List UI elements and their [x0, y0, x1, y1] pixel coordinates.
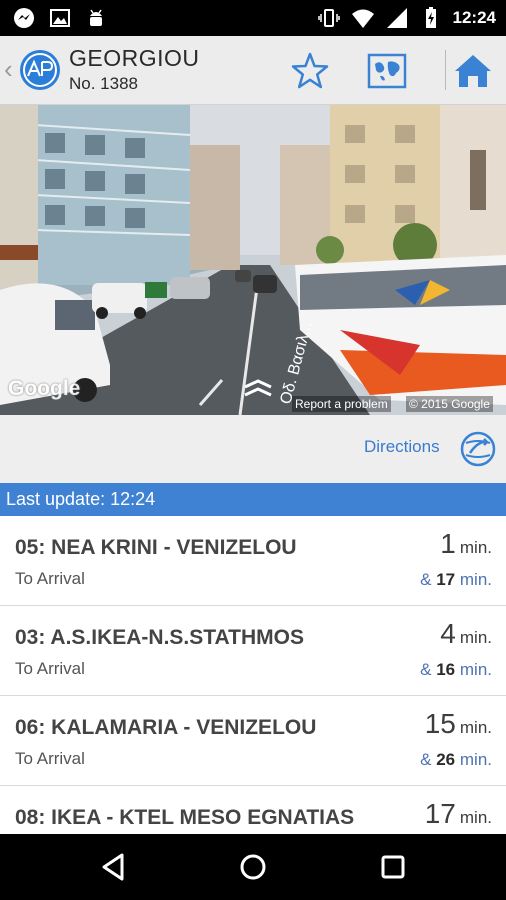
eta-second-unit: min.	[459, 570, 492, 589]
eta-first: 1 min.	[440, 528, 492, 560]
home-icon[interactable]	[452, 50, 494, 92]
list-item[interactable]: 03: A.S.IKEA-N.S.STATHMOS To Arrival 4 mi…	[0, 606, 506, 696]
recents-icon[interactable]	[376, 850, 410, 884]
signal-icon	[386, 8, 407, 28]
route-name: 06: KALAMARIA - VENIZELOU	[15, 716, 317, 739]
image-icon	[50, 9, 70, 27]
favorite-star-icon[interactable]	[289, 50, 331, 92]
header-separator	[445, 50, 446, 90]
arrivals-list[interactable]: 05: NEA KRINI - VENIZELOU To Arrival 1 mi…	[0, 516, 506, 834]
app-header: ‹ GEORGIOU No. 1388	[0, 36, 506, 105]
status-bar: 12:24	[0, 0, 506, 36]
eta-first-value: 15	[424, 708, 456, 739]
list-item[interactable]: 06: KALAMARIA - VENIZELOU To Arrival 15 m…	[0, 696, 506, 786]
status-time: 12:24	[452, 8, 496, 27]
back-icon[interactable]	[96, 850, 130, 884]
eta-first-unit: min.	[459, 538, 492, 557]
eta-first: 15 min.	[425, 708, 492, 740]
eta-second-value: 26	[436, 750, 456, 769]
eta-first: 4 min.	[440, 618, 492, 650]
eta-first-unit: min.	[459, 718, 492, 737]
route-name: 03: A.S.IKEA-N.S.STATHMOS	[15, 626, 304, 649]
eta-second: & 16 min.	[420, 660, 492, 680]
eta-second-unit: min.	[459, 660, 492, 679]
route-subtitle: To Arrival	[15, 569, 85, 588]
last-update-bar: Last update: 12:24	[0, 483, 506, 516]
eta-second: & 17 min.	[420, 570, 492, 590]
messenger-icon	[14, 8, 34, 28]
eta-first-unit: min.	[459, 808, 492, 827]
eta-second-value: 17	[436, 570, 456, 589]
eta-second-prefix: &	[420, 570, 432, 589]
directions-link[interactable]: Directions	[364, 437, 440, 457]
list-item[interactable]: 08: IKEA - KTEL MESO EGNATIAS 17 min.	[0, 786, 506, 834]
eta-first-value: 1	[440, 528, 456, 559]
eta-second: & 26 min.	[420, 750, 492, 770]
report-problem-link[interactable]: Report a problem	[292, 396, 391, 412]
list-item[interactable]: 05: NEA KRINI - VENIZELOU To Arrival 1 mi…	[0, 516, 506, 606]
route-name: 05: NEA KRINI - VENIZELOU	[15, 536, 297, 559]
system-nav-bar	[0, 834, 506, 900]
oasth-logo-icon[interactable]	[18, 48, 62, 92]
street-scene-illustration: Οδ. Βασιλ...	[0, 105, 506, 415]
google-watermark: Google	[8, 377, 81, 400]
map-icon[interactable]	[366, 50, 408, 92]
last-update-text: Last update: 12:24	[6, 489, 156, 509]
eta-second-value: 16	[436, 660, 456, 679]
eta-first-value: 4	[440, 618, 456, 649]
battery-icon	[425, 7, 436, 28]
eta-first: 17 min.	[425, 798, 492, 830]
stop-name: GEORGIOU	[69, 45, 200, 71]
eta-second-unit: min.	[459, 750, 492, 769]
map-copyright: © 2015 Google	[406, 396, 493, 412]
eta-second-prefix: &	[420, 750, 432, 769]
route-name: 08: IKEA - KTEL MESO EGNATIAS	[15, 806, 355, 829]
eta-second-prefix: &	[420, 660, 432, 679]
back-chevron-icon[interactable]: ‹	[4, 54, 13, 84]
eta-first-value: 17	[424, 798, 456, 829]
street-view-image[interactable]: Οδ. Βασιλ... Google Report a problem © 2…	[0, 105, 506, 415]
directions-bar: Directions	[0, 415, 506, 483]
stop-number: No. 1388	[69, 74, 138, 93]
android-icon	[90, 9, 102, 26]
route-subtitle: To Arrival	[15, 659, 85, 678]
eta-first-unit: min.	[459, 628, 492, 647]
home-nav-icon[interactable]	[236, 850, 270, 884]
wifi-icon	[351, 9, 374, 28]
vibrate-icon	[317, 9, 340, 27]
route-subtitle: To Arrival	[15, 749, 85, 768]
directions-globe-icon[interactable]	[458, 429, 498, 469]
